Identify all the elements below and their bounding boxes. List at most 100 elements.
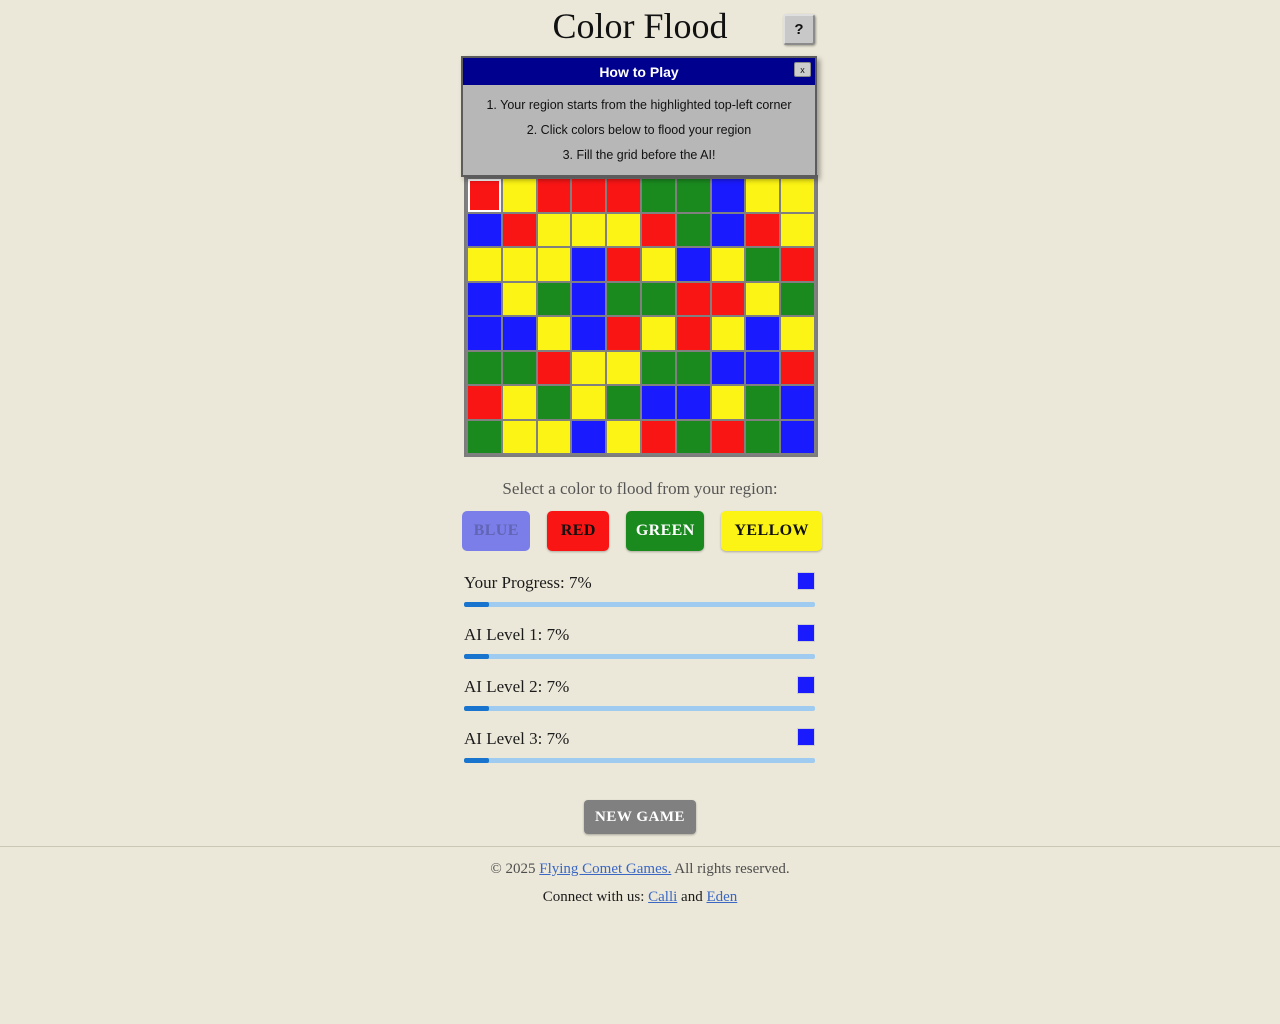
grid-cell[interactable]: [502, 351, 536, 384]
grid-cell[interactable]: [746, 420, 780, 453]
grid-cell[interactable]: [572, 282, 606, 315]
grid-cell[interactable]: [502, 213, 536, 246]
grid-cell[interactable]: [641, 317, 675, 350]
grid-cell[interactable]: [641, 213, 675, 246]
grid-cell[interactable]: [781, 386, 814, 419]
grid-cell[interactable]: [607, 351, 640, 384]
grid-cell[interactable]: [746, 213, 780, 246]
color-chooser-buttons[interactable]: BLUE RED GREEN YELLOW: [462, 511, 822, 551]
grid-cell[interactable]: [607, 248, 640, 281]
grid-cell[interactable]: [502, 386, 536, 419]
grid-cell[interactable]: [641, 386, 675, 419]
progress-track: [464, 706, 815, 711]
grid-cell[interactable]: [676, 179, 710, 212]
grid-cell[interactable]: [781, 213, 814, 246]
grid-cell[interactable]: [607, 420, 640, 453]
grid-cell[interactable]: [641, 179, 675, 212]
help-icon-button[interactable]: ?: [783, 14, 815, 45]
grid-cell[interactable]: [537, 317, 571, 350]
grid-cell[interactable]: [502, 248, 536, 281]
grid-cell[interactable]: [711, 179, 745, 212]
footer-company-link[interactable]: Flying Comet Games.: [539, 861, 671, 877]
grid-cell[interactable]: [676, 248, 710, 281]
how-to-play-modal: How to Play x 1. Your region starts from…: [461, 56, 817, 177]
grid-cell[interactable]: [537, 351, 571, 384]
color-grid[interactable]: [464, 175, 818, 457]
grid-cell[interactable]: [676, 420, 710, 453]
grid-cell[interactable]: [572, 213, 606, 246]
grid-cell[interactable]: [537, 248, 571, 281]
grid-cell[interactable]: [468, 248, 501, 281]
grid-cell[interactable]: [502, 420, 536, 453]
progress-fill: [464, 602, 489, 607]
grid-cell[interactable]: [746, 386, 780, 419]
grid-cell[interactable]: [711, 420, 745, 453]
grid-cell[interactable]: [676, 317, 710, 350]
grid-cell[interactable]: [607, 282, 640, 315]
grid-cell[interactable]: [572, 351, 606, 384]
color-button-green[interactable]: GREEN: [626, 511, 705, 551]
grid-cell[interactable]: [468, 386, 501, 419]
footer-copyright: © 2025 Flying Comet Games. All rights re…: [0, 861, 1280, 878]
grid-cell[interactable]: [537, 179, 571, 212]
grid-cell[interactable]: [607, 213, 640, 246]
modal-step: 1. Your region starts from the highlight…: [486, 98, 792, 112]
grid-cell[interactable]: [746, 317, 780, 350]
footer-link-eden[interactable]: Eden: [706, 889, 737, 905]
grid-cell[interactable]: [711, 248, 745, 281]
close-icon[interactable]: x: [794, 62, 811, 77]
grid-cell[interactable]: [781, 351, 814, 384]
grid-cell[interactable]: [468, 317, 501, 350]
grid-cell[interactable]: [537, 282, 571, 315]
grid-cell[interactable]: [572, 317, 606, 350]
grid-cell[interactable]: [572, 248, 606, 281]
grid-cell[interactable]: [502, 282, 536, 315]
grid-cell[interactable]: [468, 213, 501, 246]
grid-cell[interactable]: [607, 179, 640, 212]
grid-cell[interactable]: [572, 179, 606, 212]
grid-cell[interactable]: [468, 282, 501, 315]
grid-cell[interactable]: [676, 213, 710, 246]
grid-cell[interactable]: [711, 351, 745, 384]
color-button-yellow[interactable]: YELLOW: [721, 511, 822, 551]
grid-cell[interactable]: [781, 317, 814, 350]
grid-cell[interactable]: [607, 317, 640, 350]
grid-cell[interactable]: [641, 248, 675, 281]
grid-cell[interactable]: [468, 179, 501, 212]
color-grid-cells[interactable]: [466, 177, 816, 455]
grid-cell[interactable]: [502, 317, 536, 350]
grid-cell[interactable]: [641, 282, 675, 315]
grid-cell[interactable]: [468, 420, 501, 453]
grid-cell[interactable]: [711, 213, 745, 246]
grid-cell[interactable]: [676, 282, 710, 315]
grid-cell[interactable]: [746, 351, 780, 384]
grid-cell[interactable]: [781, 248, 814, 281]
grid-cell[interactable]: [468, 351, 501, 384]
footer-connect: Connect with us: Calli and Eden: [0, 889, 1280, 906]
grid-cell[interactable]: [781, 420, 814, 453]
new-game-button[interactable]: NEW GAME: [584, 800, 696, 834]
page-title: Color Flood: [552, 6, 728, 46]
footer-link-calli[interactable]: Calli: [648, 889, 677, 905]
grid-cell[interactable]: [641, 351, 675, 384]
grid-cell[interactable]: [711, 386, 745, 419]
grid-cell[interactable]: [781, 282, 814, 315]
grid-cell[interactable]: [676, 351, 710, 384]
color-button-blue: BLUE: [462, 511, 531, 551]
grid-cell[interactable]: [537, 213, 571, 246]
grid-cell[interactable]: [746, 248, 780, 281]
color-button-red[interactable]: RED: [547, 511, 610, 551]
grid-cell[interactable]: [607, 386, 640, 419]
grid-cell[interactable]: [572, 386, 606, 419]
grid-cell[interactable]: [746, 282, 780, 315]
grid-cell[interactable]: [711, 282, 745, 315]
grid-cell[interactable]: [746, 179, 780, 212]
grid-cell[interactable]: [641, 420, 675, 453]
grid-cell[interactable]: [781, 179, 814, 212]
grid-cell[interactable]: [711, 317, 745, 350]
grid-cell[interactable]: [676, 386, 710, 419]
grid-cell[interactable]: [572, 420, 606, 453]
grid-cell[interactable]: [502, 179, 536, 212]
grid-cell[interactable]: [537, 386, 571, 419]
grid-cell[interactable]: [537, 420, 571, 453]
